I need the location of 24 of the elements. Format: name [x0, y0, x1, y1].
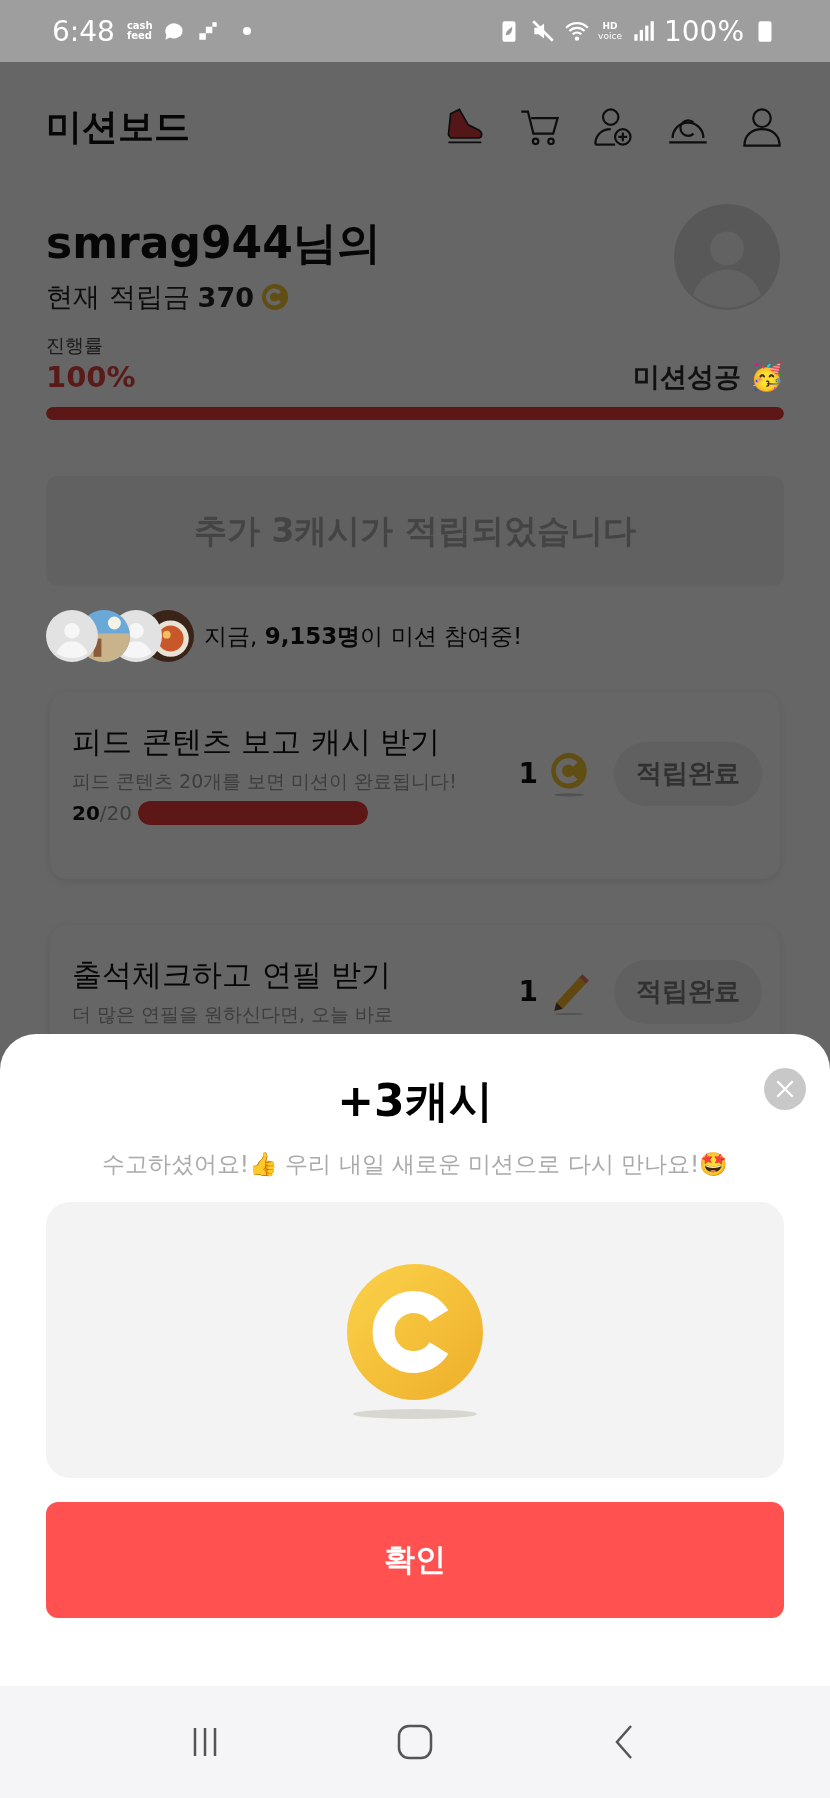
mission-status: 미션성공 🥳	[632, 360, 784, 394]
progress-label: 진행률	[46, 333, 104, 358]
user-greeting: smrag944님의	[46, 216, 381, 270]
confirm-button[interactable]: 확인	[46, 1502, 784, 1618]
balance-label: 현재 적립금	[46, 280, 190, 314]
status-time: 6:48	[52, 14, 115, 48]
home-icon[interactable]	[395, 1722, 435, 1762]
mission-title: 피드 콘텐츠 보고 캐시 받기	[72, 723, 442, 761]
mission-title: 출석체크하고 연필 받기	[72, 956, 393, 994]
profile-icon[interactable]	[740, 105, 784, 149]
battery-percent: 100%	[663, 14, 744, 48]
sheet-message: 수고하셨어요!👍 우리 내일 새로운 미션으로 다시 만나요!🤩	[101, 1150, 729, 1179]
notification-dot	[242, 27, 251, 35]
participants-text: 지금, 9,153명이 미션 참여중!	[204, 621, 523, 651]
reward-amount: 1	[518, 757, 538, 790]
reward-amount: 1	[518, 975, 538, 1008]
page-title: 미션보드	[46, 104, 190, 149]
sheet-title: +3캐시	[337, 1074, 493, 1128]
progress-percent: 100%	[46, 360, 136, 394]
app-notification-label: cash feed	[126, 21, 153, 41]
close-icon	[774, 1078, 796, 1100]
avatar	[46, 610, 98, 662]
balance-amount: 370	[197, 281, 254, 313]
hd-voice-label: HD voice	[598, 21, 622, 41]
